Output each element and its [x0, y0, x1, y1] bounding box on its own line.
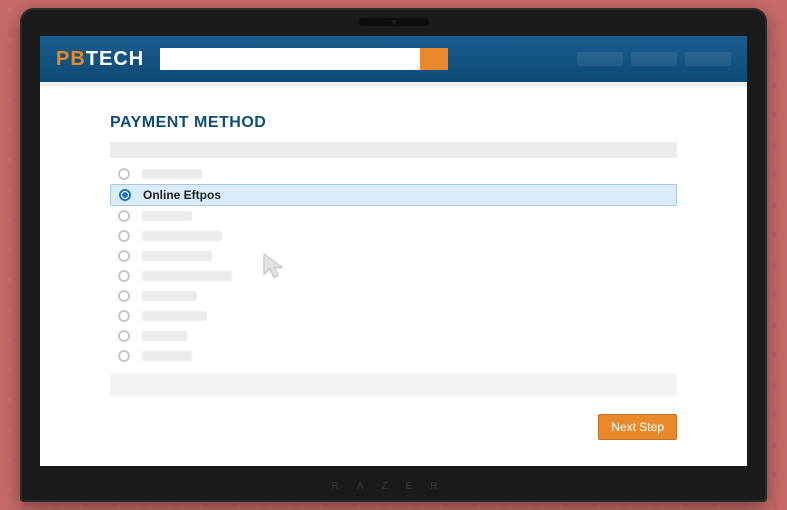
payment-option[interactable]	[110, 206, 677, 226]
radio-icon[interactable]	[118, 270, 130, 282]
payment-option[interactable]	[110, 164, 677, 184]
payment-option-label-placeholder	[142, 331, 187, 341]
section-title-payment-method: PAYMENT METHOD	[110, 114, 677, 132]
payment-options-list: Online Eftpos	[110, 164, 677, 366]
site-header: PBTECH	[40, 36, 747, 82]
radio-icon[interactable]	[118, 230, 130, 242]
radio-icon[interactable]	[119, 189, 131, 201]
radio-icon[interactable]	[118, 168, 130, 180]
radio-icon[interactable]	[118, 350, 130, 362]
payment-option[interactable]	[110, 266, 677, 286]
payment-option[interactable]	[110, 346, 677, 366]
radio-icon[interactable]	[118, 290, 130, 302]
actions-row: Next Step	[110, 414, 677, 440]
section-top-strip	[110, 142, 677, 158]
site-logo[interactable]: PBTECH	[56, 48, 144, 71]
header-nav	[577, 52, 731, 66]
nav-item-placeholder[interactable]	[631, 52, 677, 66]
payment-option-label-placeholder	[142, 211, 192, 221]
payment-option[interactable]	[110, 286, 677, 306]
logo-pb: PB	[56, 48, 86, 71]
payment-option-online-eftpos[interactable]: Online Eftpos	[110, 184, 677, 206]
payment-option-label-placeholder	[142, 231, 222, 241]
payment-option-label-placeholder	[142, 251, 212, 261]
laptop-brand-text: RAZER	[332, 481, 456, 492]
radio-icon[interactable]	[118, 310, 130, 322]
logo-tech: TECH	[86, 48, 144, 71]
page-content: PAYMENT METHOD Online Eftpos Next Step	[40, 86, 747, 460]
next-step-button[interactable]: Next Step	[598, 414, 677, 440]
nav-item-placeholder[interactable]	[685, 52, 731, 66]
payment-option-label-placeholder	[142, 351, 192, 361]
payment-option-label-placeholder	[142, 169, 202, 179]
section-bottom-strip	[110, 374, 677, 396]
radio-icon[interactable]	[118, 250, 130, 262]
nav-item-placeholder[interactable]	[577, 52, 623, 66]
radio-icon[interactable]	[118, 330, 130, 342]
screen: PBTECH PAYMENT METHOD Online Eftpos Next…	[40, 36, 747, 466]
payment-option-label-placeholder	[142, 311, 207, 321]
radio-icon[interactable]	[118, 210, 130, 222]
laptop-camera	[359, 18, 429, 26]
payment-option-label: Online Eftpos	[143, 188, 221, 202]
payment-option[interactable]	[110, 326, 677, 346]
payment-option-label-placeholder	[142, 271, 232, 281]
payment-option[interactable]	[110, 246, 677, 266]
payment-option[interactable]	[110, 306, 677, 326]
search-wrap	[160, 48, 448, 70]
search-input[interactable]	[160, 48, 420, 70]
laptop-frame: PBTECH PAYMENT METHOD Online Eftpos Next…	[20, 8, 767, 502]
payment-option-label-placeholder	[142, 291, 197, 301]
search-button[interactable]	[420, 48, 448, 70]
payment-option[interactable]	[110, 226, 677, 246]
